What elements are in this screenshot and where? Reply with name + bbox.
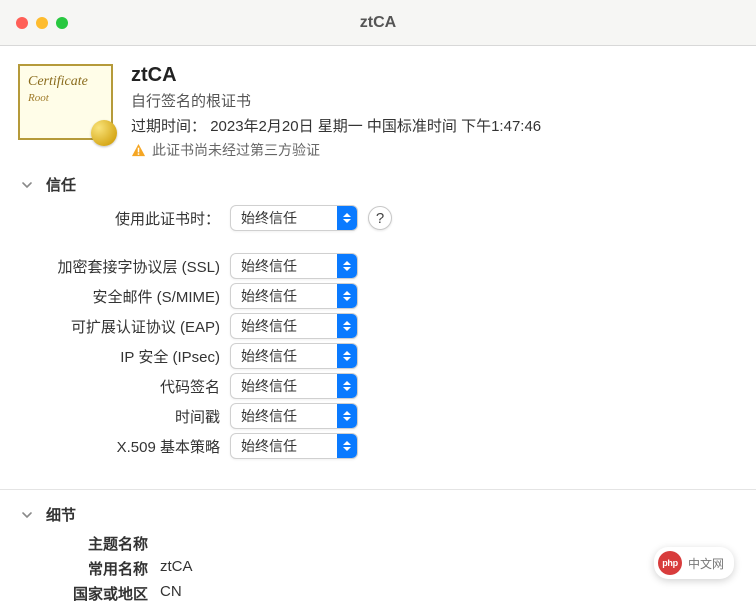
cert-icon-root: Root	[28, 92, 103, 104]
cert-expiry: 过期时间： 2023年2月20日 星期一 中国标准时间 下午1:47:46	[131, 115, 541, 136]
policy-value: 始终信任	[231, 406, 337, 426]
stepper-icon	[337, 434, 357, 458]
brand-logo-icon: php	[658, 551, 682, 575]
policy-select[interactable]: 始终信任	[230, 403, 358, 429]
subject-name-label: 主题名称	[0, 533, 160, 554]
policy-row: 时间戳 始终信任	[0, 401, 756, 431]
policy-row: 安全邮件 (S/MIME) 始终信任	[0, 281, 756, 311]
cert-expiry-label: 过期时间：	[131, 118, 206, 135]
policy-row: 可扩展认证协议 (EAP) 始终信任	[0, 311, 756, 341]
window-minimize-button[interactable]	[36, 17, 48, 29]
policy-value: 始终信任	[231, 286, 337, 306]
brand-text: 中文网	[688, 555, 724, 572]
policy-select[interactable]: 始终信任	[230, 313, 358, 339]
detail-row: 国家或地区 CN	[0, 581, 756, 606]
seal-icon	[91, 120, 117, 146]
detail-row: 常用名称 ztCA	[0, 556, 756, 581]
window-zoom-button[interactable]	[56, 17, 68, 29]
policy-label: 加密套接字协议层 (SSL)	[0, 256, 230, 277]
trust-section-header[interactable]: 信任	[0, 168, 756, 201]
chevron-down-icon	[20, 508, 34, 522]
policy-value: 始终信任	[231, 316, 337, 336]
policy-label: 可扩展认证协议 (EAP)	[0, 316, 230, 337]
stepper-icon	[337, 314, 357, 338]
certificate-icon: Certificate Root	[18, 64, 113, 140]
when-using-select[interactable]: 始终信任	[230, 205, 358, 231]
policy-value: 始终信任	[231, 376, 337, 396]
trust-section-title: 信任	[46, 174, 76, 195]
policy-row: 加密套接字协议层 (SSL) 始终信任	[0, 251, 756, 281]
policy-row: X.509 基本策略 始终信任	[0, 431, 756, 461]
policy-value: 始终信任	[231, 256, 337, 276]
cert-name: ztCA	[131, 64, 541, 87]
window-title: ztCA	[0, 14, 756, 32]
cert-icon-title: Certificate	[28, 74, 103, 90]
stepper-icon	[337, 344, 357, 368]
stepper-icon	[337, 374, 357, 398]
stepper-icon	[337, 404, 357, 428]
when-using-value: 始终信任	[231, 208, 337, 228]
cert-expiry-value: 2023年2月20日 星期一 中国标准时间 下午1:47:46	[210, 118, 541, 135]
policy-value: 始终信任	[231, 346, 337, 366]
policy-value: 始终信任	[231, 436, 337, 456]
cert-warning-text: 此证书尚未经过第三方验证	[152, 140, 320, 160]
policy-label: 安全邮件 (S/MIME)	[0, 286, 230, 307]
detail-value: ztCA	[160, 558, 193, 579]
policy-select[interactable]: 始终信任	[230, 373, 358, 399]
divider	[0, 489, 756, 490]
policy-label: X.509 基本策略	[0, 436, 230, 457]
brand-badge[interactable]: php 中文网	[654, 547, 734, 579]
warning-icon	[131, 143, 146, 157]
policy-row: IP 安全 (IPsec) 始终信任	[0, 341, 756, 371]
details-section-header[interactable]: 细节	[0, 498, 756, 531]
detail-label: 国家或地区	[0, 583, 160, 604]
policy-label: 代码签名	[0, 376, 230, 397]
policy-select[interactable]: 始终信任	[230, 343, 358, 369]
detail-value: CN	[160, 583, 182, 604]
policy-label: 时间戳	[0, 406, 230, 427]
chevron-down-icon	[20, 178, 34, 192]
policy-row: 代码签名 始终信任	[0, 371, 756, 401]
cert-type: 自行签名的根证书	[131, 90, 541, 111]
policy-label: IP 安全 (IPsec)	[0, 346, 230, 367]
stepper-icon	[337, 284, 357, 308]
policy-select[interactable]: 始终信任	[230, 433, 358, 459]
window-close-button[interactable]	[16, 17, 28, 29]
stepper-icon	[337, 206, 357, 230]
stepper-icon	[337, 254, 357, 278]
help-button[interactable]: ?	[368, 206, 392, 230]
policy-select[interactable]: 始终信任	[230, 253, 358, 279]
policy-select[interactable]: 始终信任	[230, 283, 358, 309]
details-section-title: 细节	[46, 504, 76, 525]
detail-label: 常用名称	[0, 558, 160, 579]
when-using-label: 使用此证书时：	[0, 208, 230, 229]
